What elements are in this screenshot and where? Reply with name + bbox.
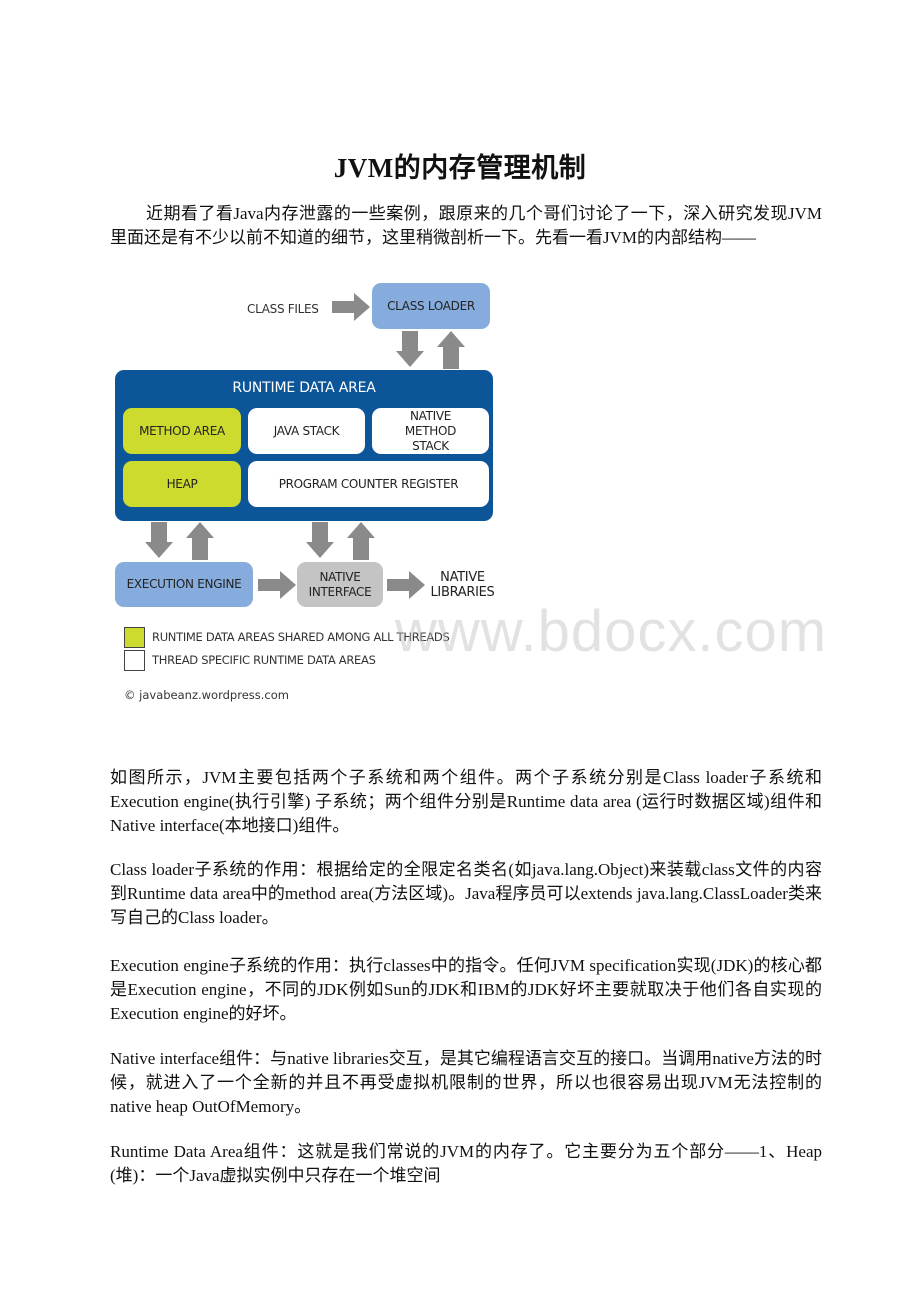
legend-swatch-thread-specific	[124, 650, 145, 671]
jvm-architecture-diagram: CLASS FILES CLASS LOADER RUNTIME DATA AR…	[112, 283, 512, 723]
arrow-right-icon	[332, 293, 370, 321]
arrow-down-icon	[145, 522, 173, 558]
runtime-data-area: RUNTIME DATA AREA METHOD AREA JAVA STACK…	[115, 370, 493, 521]
java-stack-box: JAVA STACK	[248, 408, 365, 454]
arrow-up-icon	[186, 522, 214, 560]
heap-box: HEAP	[123, 461, 241, 507]
program-counter-register-box: PROGRAM COUNTER REGISTER	[248, 461, 489, 507]
paragraph-class-loader: Class loader子系统的作用：根据给定的全限定名类名(如java.lan…	[110, 860, 822, 927]
runtime-data-area-title: RUNTIME DATA AREA	[232, 380, 376, 396]
native-method-stack-box: NATIVE METHOD STACK	[372, 408, 489, 454]
paragraph-execution-engine: Execution engine子系统的作用：执行classes中的指令。任何J…	[110, 956, 822, 1023]
paragraph-overview: 如图所示，JVM主要包括两个子系统和两个组件。两个子系统分别是Class loa…	[110, 768, 822, 835]
arrow-right-icon	[387, 571, 425, 599]
arrow-down-icon	[396, 331, 424, 367]
legend-label-shared: RUNTIME DATA AREAS SHARED AMONG ALL THRE…	[152, 630, 450, 644]
legend-swatch-shared	[124, 627, 145, 648]
arrow-right-icon	[258, 571, 296, 599]
paragraph-runtime-data-area: Runtime Data Area组件：这就是我们常说的JVM的内存了。它主要分…	[110, 1142, 822, 1185]
class-files-label: CLASS FILES	[247, 302, 319, 316]
arrow-down-icon	[306, 522, 334, 558]
execution-engine-box: EXECUTION ENGINE	[115, 562, 253, 607]
class-loader-box: CLASS LOADER	[372, 283, 490, 329]
paragraph-native-interface: Native interface组件：与native libraries交互，是…	[110, 1049, 822, 1116]
method-area-box: METHOD AREA	[123, 408, 241, 454]
document-title: JVM的内存管理机制	[333, 153, 587, 183]
legend-label-thread-specific: THREAD SPECIFIC RUNTIME DATA AREAS	[152, 653, 376, 667]
arrow-up-icon	[437, 331, 465, 369]
diagram-credit: © javabeanz.wordpress.com	[124, 688, 289, 702]
arrow-up-icon	[347, 522, 375, 560]
native-libraries-label: NATIVE LIBRARIES	[430, 570, 495, 600]
intro-paragraph: 近期看了看Java内存泄露的一些案例，跟原来的几个哥们讨论了一下，深入研究发现J…	[110, 204, 822, 247]
native-interface-box: NATIVE INTERFACE	[297, 562, 383, 607]
